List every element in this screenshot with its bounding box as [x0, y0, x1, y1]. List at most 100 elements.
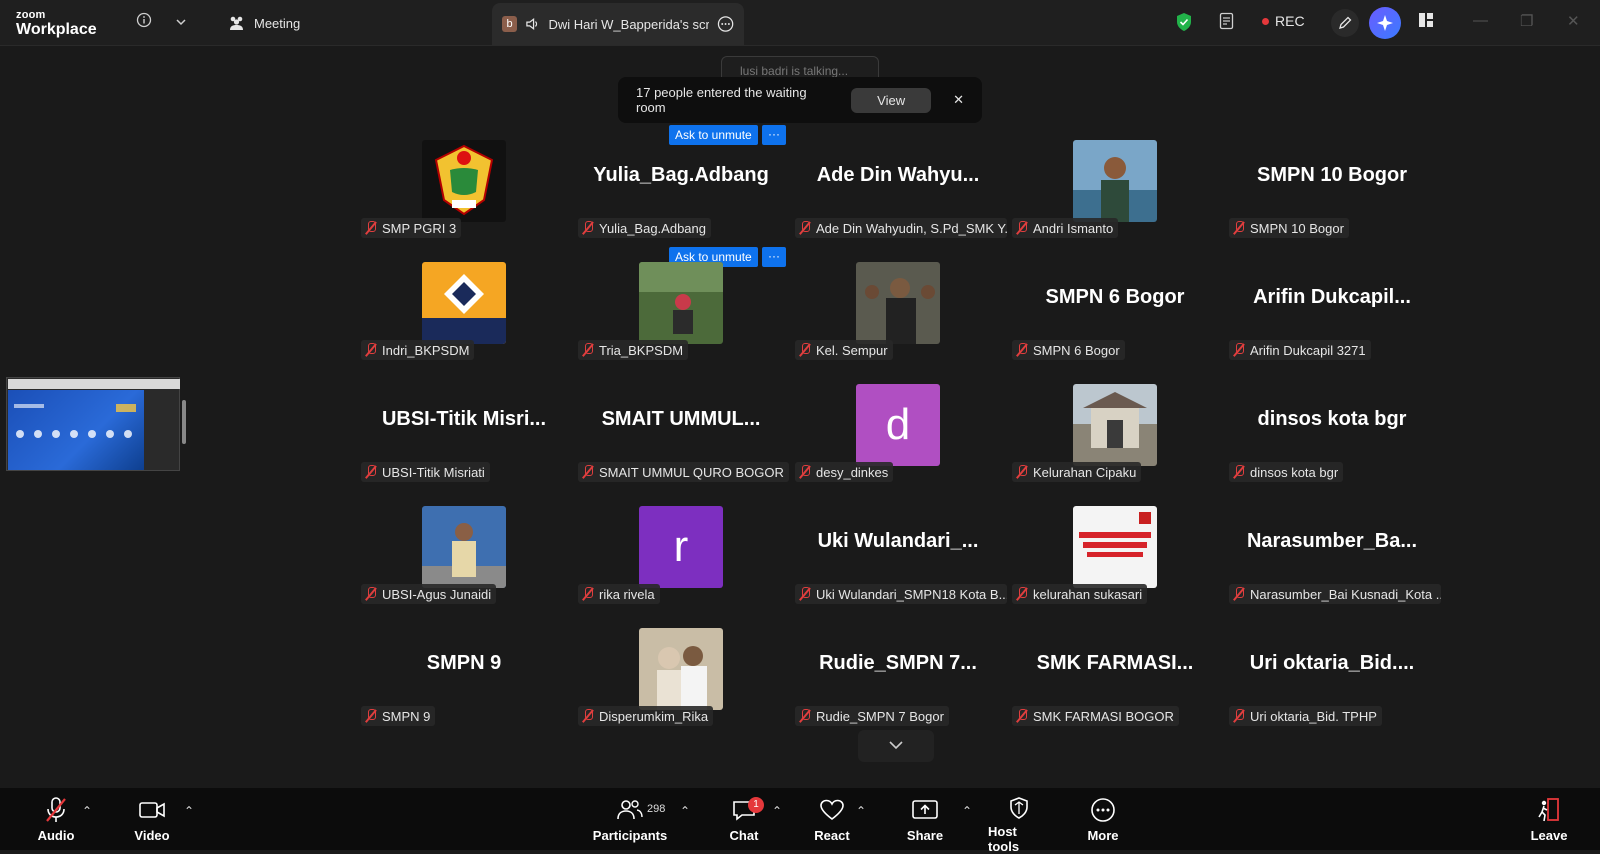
participant-tile[interactable]: SMK FARMASI... SMK FARMASI BOGOR: [1008, 622, 1222, 742]
mic-muted-icon: [1233, 587, 1245, 601]
video-button[interactable]: Video: [130, 788, 174, 850]
meeting-toolbar: Audio ⌃ Video ⌃ Participants 298 ⌃ Chat …: [0, 788, 1600, 854]
close-notification-icon[interactable]: ✕: [953, 92, 964, 108]
participants-label: Participants: [592, 828, 668, 843]
participant-tile[interactable]: Tria_BKPSDM: [574, 256, 788, 376]
participants-button[interactable]: Participants: [592, 788, 668, 850]
participant-tile[interactable]: Indri_BKPSDM: [357, 256, 571, 376]
participant-avatar: [1073, 140, 1157, 222]
participants-options-caret-icon[interactable]: ⌃: [680, 804, 690, 818]
participant-tile[interactable]: SMPN 6 Bogor SMPN 6 Bogor: [1008, 256, 1222, 376]
mic-muted-icon: [365, 465, 377, 479]
view-button[interactable]: View: [851, 87, 932, 113]
participant-avatar: [856, 262, 940, 344]
mic-muted-icon: [1016, 465, 1028, 479]
zoom-logo: zoom Workplace: [16, 10, 97, 38]
apps-panel-icon[interactable]: [1415, 12, 1437, 34]
participant-name-label: SMPN 9: [361, 706, 436, 726]
participant-tile[interactable]: r rika rivela: [574, 500, 788, 620]
share-button[interactable]: Share: [905, 788, 945, 850]
audio-options-caret-icon[interactable]: ⌃: [82, 804, 92, 818]
participant-name-label: desy_dinkes: [795, 462, 894, 482]
more-button[interactable]: More: [1084, 788, 1122, 850]
host-tools-button[interactable]: Host tools: [988, 788, 1050, 854]
share-tab[interactable]: b Dwi Hari W_Bapperida's scre: [492, 3, 744, 45]
participant-tile[interactable]: Ade Din Wahyu... Ade Din Wahyudin, S.Pd_S…: [791, 134, 1007, 254]
mic-muted-icon: [582, 343, 594, 357]
participant-tile[interactable]: Andri Ismanto: [1008, 134, 1222, 254]
close-window-icon[interactable]: ✕: [1567, 12, 1580, 30]
participant-tile[interactable]: Uki Wulandari_... Uki Wulandari_SMPN18 Ko…: [791, 500, 1007, 620]
participants-count: 298: [647, 803, 666, 815]
participant-name-label: Rudie_SMPN 7 Bogor: [795, 706, 949, 726]
meeting-label: Meeting: [254, 15, 301, 31]
participant-tile[interactable]: Kelurahan Cipaku: [1008, 378, 1222, 498]
participant-tile[interactable]: Kel. Sempur: [791, 256, 1005, 376]
participant-tile[interactable]: Narasumber_Ba... Narasumber_Bai Kusnadi_K…: [1225, 500, 1441, 620]
react-options-caret-icon[interactable]: ⌃: [856, 804, 866, 818]
participant-tile[interactable]: SMAIT UMMUL... SMAIT UMMUL QURO BOGOR: [574, 378, 789, 498]
chevron-down-icon[interactable]: [170, 12, 192, 34]
participant-tile[interactable]: UBSI-Titik Misri... UBSI-Titik Misriati: [357, 378, 571, 498]
participant-name: UBSI-Titik Misriati: [382, 464, 485, 480]
share-options-caret-icon[interactable]: ⌃: [962, 804, 972, 818]
speaker-icon[interactable]: [525, 17, 540, 31]
participant-tile[interactable]: Rudie_SMPN 7... Rudie_SMPN 7 Bogor: [791, 622, 1005, 742]
meeting-button[interactable]: Meeting: [228, 12, 300, 34]
leave-button[interactable]: Leave: [1529, 788, 1569, 850]
avatar-letter: d: [885, 400, 911, 449]
ai-companion-icon[interactable]: [1369, 7, 1401, 39]
participant-tile[interactable]: UBSI-Agus Junaidi: [357, 500, 571, 620]
participant-display-name: Narasumber_Ba...: [1246, 530, 1418, 552]
react-button[interactable]: React: [812, 788, 852, 850]
participant-display-name: dinsos kota bgr: [1257, 408, 1407, 430]
mic-muted-icon: [799, 343, 811, 357]
participant-tile[interactable]: Arifin Dukcapil... Arifin Dukcapil 3271: [1225, 256, 1439, 376]
next-page-chevron-icon[interactable]: [858, 730, 934, 762]
participant-name: SMPN 9: [382, 708, 431, 724]
participant-tile[interactable]: Uri oktaria_Bid.... Uri oktaria_Bid. TPHP: [1225, 622, 1439, 742]
participant-tile[interactable]: d desy_dinkes: [791, 378, 1005, 498]
participant-name: Ade Din Wahyudin, S.Pd_SMK Y...: [816, 220, 1007, 236]
video-camera-icon: [138, 796, 166, 824]
chat-label: Chat: [729, 828, 759, 843]
mic-muted-icon: [1016, 221, 1028, 235]
audio-button[interactable]: Audio: [34, 788, 78, 850]
participant-avatar: [1073, 506, 1157, 588]
participant-name: kelurahan sukasari: [1033, 586, 1143, 602]
share-tab-title: Dwi Hari W_Bapperida's scre: [548, 16, 709, 32]
participant-tile[interactable]: SMP PGRI 3: [357, 134, 571, 254]
minimize-icon[interactable]: —: [1473, 12, 1488, 29]
more-options-icon[interactable]: [717, 15, 734, 33]
participant-tile[interactable]: kelurahan sukasari: [1008, 500, 1222, 620]
mic-muted-icon: [1233, 221, 1245, 235]
participant-avatar: [1073, 384, 1157, 466]
react-label: React: [814, 828, 850, 843]
shared-screen-thumbnail[interactable]: [6, 377, 180, 471]
participant-name: Uri oktaria_Bid. TPHP: [1250, 708, 1377, 724]
participant-tile[interactable]: Disperumkim_Rika: [574, 622, 788, 742]
participant-name-label: Tria_BKPSDM: [578, 340, 689, 360]
transcript-icon[interactable]: [1216, 12, 1238, 34]
participant-tile[interactable]: Yulia_Bag.Adbang Yulia_Bag.Adbang: [574, 134, 788, 254]
mic-muted-icon: [1016, 709, 1028, 723]
participant-name-label: SMAIT UMMUL QURO BOGOR: [578, 462, 789, 482]
recording-indicator[interactable]: REC: [1262, 13, 1305, 29]
annotate-pencil-icon[interactable]: [1331, 9, 1359, 37]
share-tab-badge: b: [502, 16, 518, 32]
video-options-caret-icon[interactable]: ⌃: [184, 804, 194, 818]
security-shield-icon[interactable]: [1173, 12, 1195, 34]
chat-options-caret-icon[interactable]: ⌃: [772, 804, 782, 818]
participant-tile[interactable]: SMPN 10 Bogor SMPN 10 Bogor: [1225, 134, 1439, 254]
participant-name: Tria_BKPSDM: [599, 342, 684, 358]
participant-name-label: rika rivela: [578, 584, 660, 604]
restore-icon[interactable]: ❐: [1520, 12, 1533, 30]
participant-avatar: [422, 262, 506, 344]
thumbnail-slide: [8, 390, 144, 470]
info-icon[interactable]: [133, 12, 155, 34]
participant-tile[interactable]: dinsos kota bgr dinsos kota bgr: [1225, 378, 1439, 498]
mic-muted-icon: [1233, 709, 1245, 723]
thumbnail-scrollbar[interactable]: [182, 400, 186, 444]
participant-tile[interactable]: SMPN 9 SMPN 9: [357, 622, 571, 742]
participant-name-label: SMK FARMASI BOGOR: [1012, 706, 1179, 726]
